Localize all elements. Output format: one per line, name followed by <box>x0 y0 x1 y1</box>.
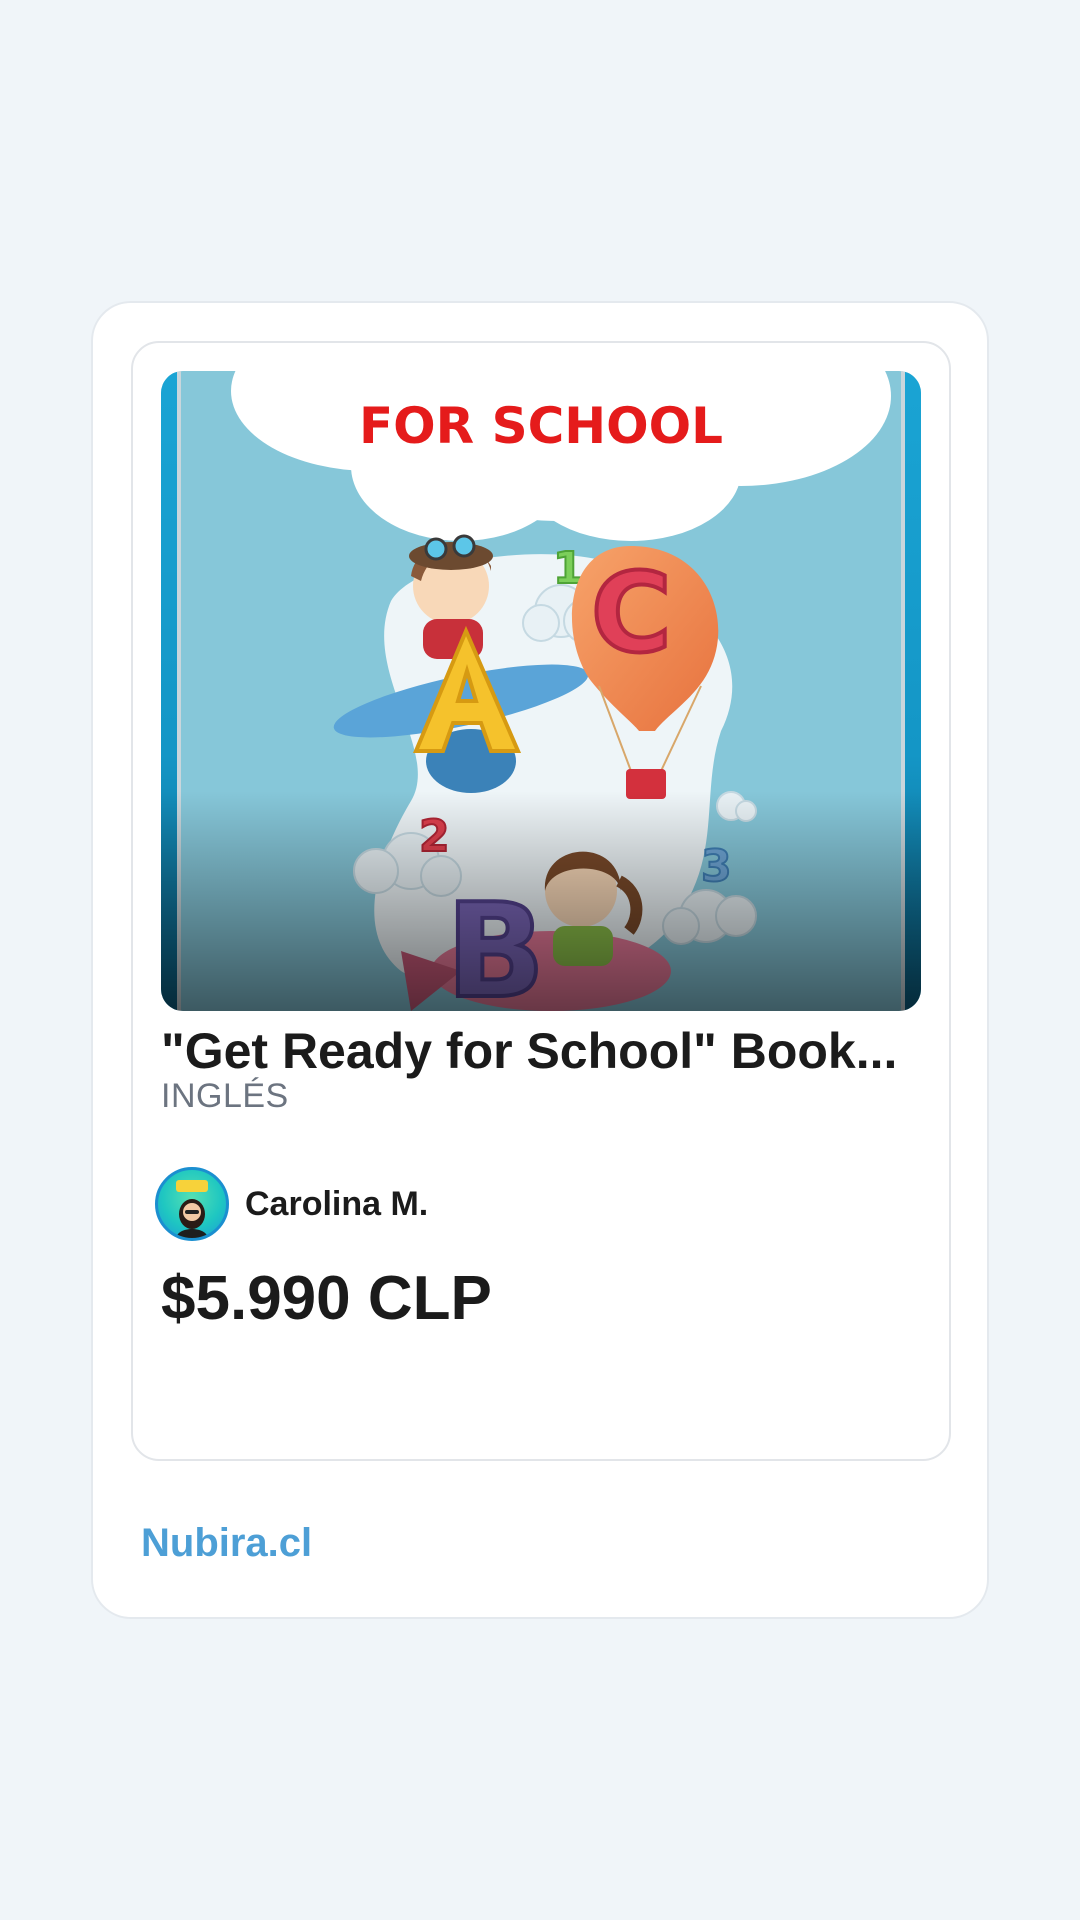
avatar-portrait-icon <box>176 1180 208 1238</box>
cover-heading: FOR SCHOOL <box>359 397 723 455</box>
share-card: FOR SCHOOL 1 2 3 <box>91 301 989 1619</box>
brand-link[interactable]: Nubira.cl <box>141 1521 312 1566</box>
product-subject: INGLÉS <box>161 1077 289 1115</box>
seller-name[interactable]: Carolina M. <box>245 1185 428 1224</box>
product-card[interactable]: FOR SCHOOL 1 2 3 <box>131 341 951 1461</box>
cover-letter-c: C <box>591 549 672 677</box>
product-title[interactable]: "Get Ready for School" Book... <box>161 1019 921 1083</box>
seller-avatar[interactable] <box>155 1167 229 1241</box>
product-cover-image[interactable]: FOR SCHOOL 1 2 3 <box>161 371 921 1011</box>
product-price: $5.990 CLP <box>161 1264 492 1333</box>
cover-illustration: FOR SCHOOL 1 2 3 <box>161 371 921 1011</box>
seller-info[interactable]: Carolina M. <box>155 1167 428 1241</box>
